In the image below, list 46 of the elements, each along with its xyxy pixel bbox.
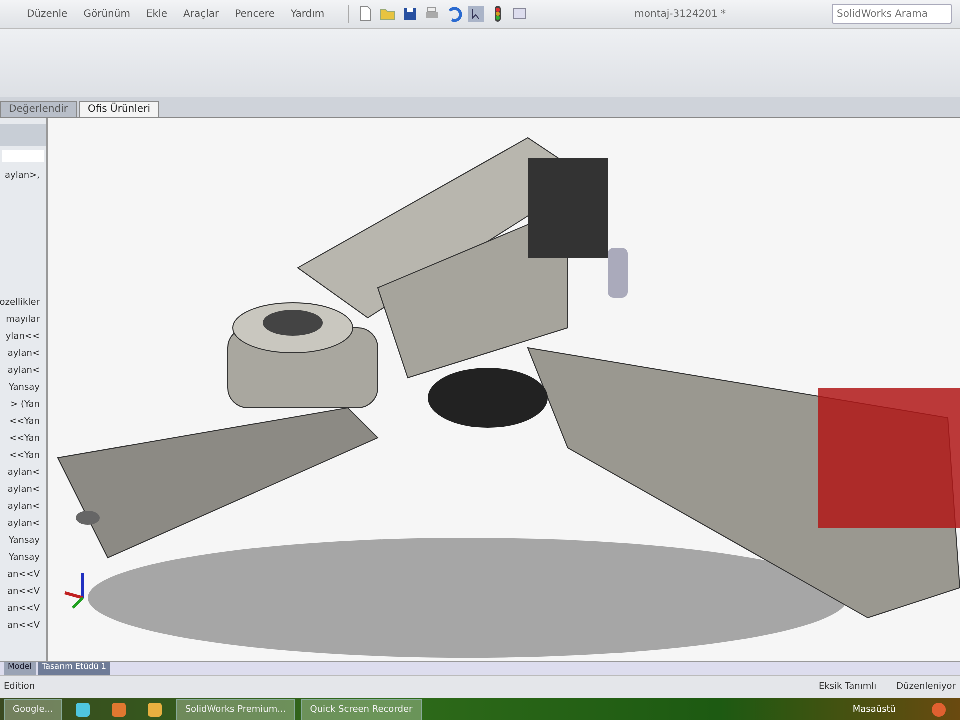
menu-item[interactable]: Ekle [139, 8, 174, 20]
tree-item[interactable]: aylan< [8, 516, 40, 533]
tree-item[interactable]: an<<V [8, 601, 40, 618]
search-field[interactable]: SolidWorks Arama [832, 4, 952, 24]
status-text: Eksik Tanımlı [818, 682, 877, 692]
tree-item[interactable]: <<Yan [9, 431, 40, 448]
menu-item[interactable]: Araçlar [176, 8, 226, 20]
tree-item[interactable]: an<<V [8, 567, 40, 584]
menu-item[interactable]: Görünüm [76, 8, 138, 20]
tree-item[interactable]: aylan>, [5, 168, 40, 185]
status-text: Düzenleniyor [896, 682, 956, 692]
tree-item[interactable]: ozellikler [0, 295, 40, 312]
tree-item[interactable]: aylan< [8, 482, 40, 499]
tree-item[interactable]: aylan< [8, 346, 40, 363]
tree-item[interactable]: an<<V [8, 584, 40, 601]
tree-item[interactable]: Yansay [8, 380, 40, 397]
window-title: montaj-3124201 * [634, 8, 727, 20]
panel-header [0, 124, 46, 146]
desktop-toolbar-label[interactable]: Masaüstü [852, 705, 896, 715]
app-icon[interactable] [112, 703, 126, 717]
tree-item[interactable]: <<Yan [9, 448, 40, 465]
tray-icon[interactable] [932, 703, 946, 717]
tree-item[interactable]: aylan< [8, 465, 40, 482]
status-text: Edition [4, 682, 36, 692]
menu-item[interactable]: Yardım [284, 8, 332, 20]
tree-item[interactable]: > (Yan [10, 397, 40, 414]
app-icon[interactable] [76, 703, 90, 717]
tree-item[interactable]: aylan< [8, 499, 40, 516]
ribbon-tab[interactable]: Değerlendir [0, 101, 77, 117]
sheet-tab[interactable]: Tasarım Etüdü 1 [38, 662, 110, 675]
ribbon-tab[interactable]: Ofis Ürünleri [78, 101, 160, 117]
tree-item[interactable]: an<<V [8, 618, 40, 635]
axis-triad-icon [64, 573, 84, 610]
menu-item[interactable]: Pencere [228, 8, 282, 20]
tree-item[interactable]: Yansay [8, 550, 40, 567]
tree-item[interactable]: ylan<< [6, 329, 40, 346]
sheet-tab[interactable]: Model [4, 662, 36, 675]
select-icon[interactable] [466, 5, 485, 23]
menu-item[interactable]: Düzenle [20, 8, 75, 20]
tree-item[interactable]: aylan< [8, 363, 40, 380]
filter-field[interactable] [2, 150, 44, 162]
tree-item[interactable]: Yansay [8, 533, 40, 550]
taskbar-button[interactable]: Google... [4, 699, 62, 720]
tree-item[interactable]: <<Yan [9, 414, 40, 431]
app-icon[interactable] [148, 703, 162, 717]
tree-item[interactable]: mayılar [6, 312, 40, 329]
